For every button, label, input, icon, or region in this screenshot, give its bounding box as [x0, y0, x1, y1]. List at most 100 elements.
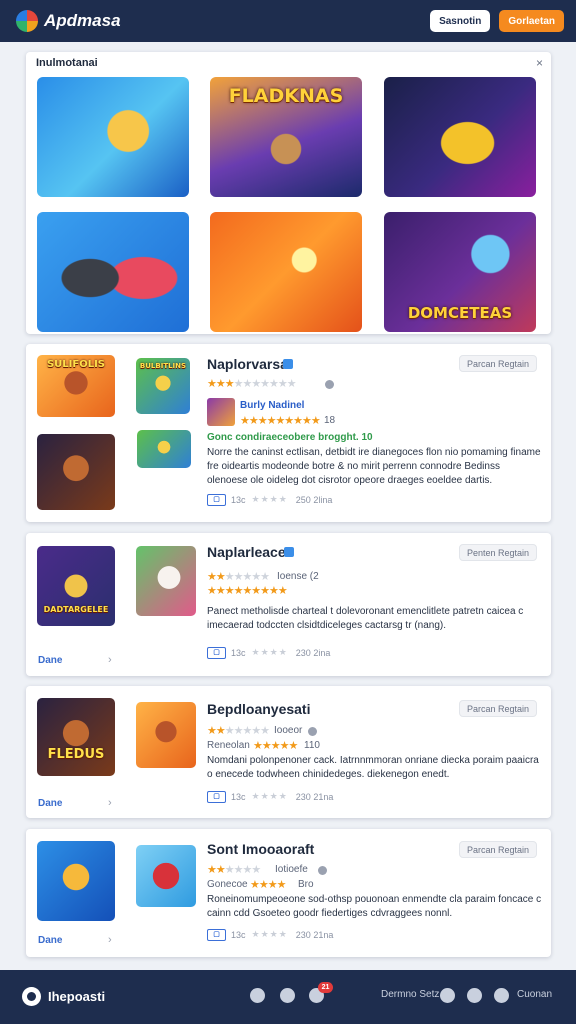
featured-tile[interactable]: DOMCETEAS [384, 212, 536, 332]
chat-icon[interactable] [280, 988, 295, 1003]
box-icon: ▢ [207, 791, 226, 803]
bottom-link[interactable]: Dermno Setz [381, 989, 439, 1000]
game-thumbnail[interactable]: SULIFOLIS [37, 355, 115, 417]
game-card[interactable]: DADTARGELEE Dane › Naplarleacee Penten R… [26, 533, 551, 676]
game-thumbnail[interactable]: FLEDUS [37, 698, 115, 776]
rating-meta: Iotioefe [275, 864, 308, 875]
box-icon: ▢ [207, 647, 226, 659]
footer-stats: 230 21na [295, 930, 334, 940]
box-icon: ▢ [207, 494, 226, 506]
clock-icon[interactable] [467, 988, 482, 1003]
tag-button[interactable]: Parcan Regtain [458, 841, 537, 858]
chevron-right-icon[interactable]: › [108, 797, 112, 809]
game-card[interactable]: FLEDUS Dane › Bepdloanyesati Parcan Regt… [26, 686, 551, 818]
card-footer: ▢ 13c ★★★★ 250 2lina [207, 494, 332, 506]
globe-icon[interactable] [494, 988, 509, 1003]
sub-label: Reneolan [207, 740, 250, 751]
thumbnail-caption: FLEDUS [47, 747, 105, 762]
footer-stars: ★★★★ [251, 495, 288, 505]
featured-tile[interactable] [384, 77, 536, 197]
footer-stats: 250 2lina [295, 495, 333, 505]
featured-tile[interactable] [37, 212, 189, 332]
footer-prefix: 13c [231, 792, 246, 802]
info-icon[interactable] [318, 866, 327, 875]
sub-count: 110 [304, 740, 320, 751]
rating-stars: ★★★★★★★★★★ [207, 377, 297, 390]
footer-brand[interactable]: Ihepoasti [48, 989, 105, 1004]
primary-action-button[interactable]: Gorlaetan [499, 10, 564, 32]
chevron-right-icon[interactable]: › [108, 654, 112, 666]
chevron-right-icon[interactable]: › [108, 934, 112, 946]
game-thumbnail[interactable] [37, 841, 115, 921]
game-thumbnail[interactable]: DADTARGELEE [37, 546, 115, 626]
footer-stars: ★★★★ [251, 792, 288, 802]
logo-icon[interactable] [16, 10, 38, 32]
sub-count: Bro [298, 879, 314, 890]
close-icon[interactable]: × [536, 56, 543, 70]
featured-title: Inulmotanai [36, 57, 98, 69]
verified-icon [284, 547, 294, 557]
highlight-text: Gonc condiraeceobere brogght. 10 [207, 432, 373, 443]
game-description: Roneinomumpeoeone sod-othsp pouonoan enm… [207, 894, 542, 919]
login-button[interactable]: Sasnotin [430, 10, 491, 32]
game-thumbnail[interactable]: BULBITLINS [136, 358, 190, 414]
game-description: Nomdani polonpenoner cack. Iatrnnmmoran … [207, 755, 539, 780]
footer-stats: 230 2ina [295, 648, 331, 658]
tag-button[interactable]: Penten Regtain [458, 544, 537, 561]
thumbnail-caption: BULBITLINS [139, 362, 187, 370]
info-icon[interactable] [308, 727, 317, 736]
more-link[interactable]: Dane [38, 798, 62, 809]
featured-panel: Inulmotanai × FLADKNAS DOMCETEAS [26, 52, 551, 334]
card-footer: ▢ 13c ★★★★ 230 21na [207, 929, 333, 941]
game-title[interactable]: Sont Imooaoraft [207, 841, 314, 857]
thumbnail-caption: SULIFOLIS [46, 359, 106, 370]
controller-icon[interactable] [250, 988, 265, 1003]
bottom-bar: Ihepoasti 21 Dermno Setz Cuonan [0, 970, 576, 1024]
tag-button[interactable]: Parcan Regtain [458, 700, 537, 717]
publisher-name[interactable]: Burly Nadinel [240, 400, 304, 411]
game-thumbnail[interactable] [136, 845, 196, 907]
top-bar: Apdmasa Sasnotin Gorlaetan [0, 0, 576, 42]
featured-tile[interactable] [37, 77, 189, 197]
rating-stars: ★★★★★★★ [207, 570, 270, 583]
sub-label: Gonecoe [207, 879, 248, 890]
game-thumbnail[interactable] [136, 546, 196, 616]
footer-prefix: 13c [231, 930, 246, 940]
card-footer: ▢ 13c ★★★★ 230 21na [207, 791, 333, 803]
sub-rating-stars: ★★★★★ [253, 739, 298, 752]
game-title[interactable]: Naplorvarsa [207, 356, 288, 372]
game-thumbnail[interactable] [136, 702, 196, 768]
sub-rating-stars: ★★★★ [250, 878, 286, 891]
game-description: Panect metholisde charteal t dolevoronan… [207, 606, 524, 631]
game-description: Norre the caninst ectlisan, detbidt ire … [207, 447, 541, 486]
publisher-rating-stars: ★★★★★★★★★ [240, 414, 321, 427]
rating-meta: Iooeor [274, 725, 303, 736]
featured-tile[interactable]: FLADKNAS [210, 77, 362, 197]
game-title[interactable]: Naplarleacee [207, 544, 293, 560]
logo-icon[interactable] [22, 987, 41, 1006]
game-thumbnail[interactable] [137, 430, 191, 468]
settings-icon[interactable] [440, 988, 455, 1003]
footer-prefix: 13c [231, 495, 246, 505]
app-title[interactable]: Apdmasa [44, 11, 121, 31]
rating-stars: ★★★★★★ [207, 863, 261, 876]
box-icon: ▢ [207, 929, 226, 941]
info-icon[interactable] [325, 380, 334, 389]
tag-button[interactable]: Parcan Regtain [458, 355, 537, 372]
game-title[interactable]: Bepdloanyesati [207, 701, 310, 717]
card-footer: ▢ 13c ★★★★ 230 2ina [207, 647, 330, 659]
bottom-link[interactable]: Cuonan [517, 989, 552, 1000]
tile-caption: DOMCETEAS [407, 304, 513, 322]
tile-caption: FLADKNAS [228, 85, 344, 107]
verified-icon [283, 359, 293, 369]
game-card[interactable]: SULIFOLIS BULBITLINS Naplorvarsa Parcan … [26, 344, 551, 522]
more-link[interactable]: Dane [38, 655, 62, 666]
game-card[interactable]: Dane › Sont Imooaoraft Parcan Regtain ★★… [26, 829, 551, 957]
game-thumbnail[interactable] [37, 434, 115, 510]
sub-rating-stars: ★★★★★★★★★ [207, 584, 288, 597]
rating-meta: Ioense (2 [277, 571, 319, 582]
thumbnail-caption: DADTARGELEE [43, 605, 109, 614]
featured-tile[interactable] [210, 212, 362, 332]
more-link[interactable]: Dane [38, 935, 62, 946]
publisher-count: 18 [324, 415, 336, 426]
